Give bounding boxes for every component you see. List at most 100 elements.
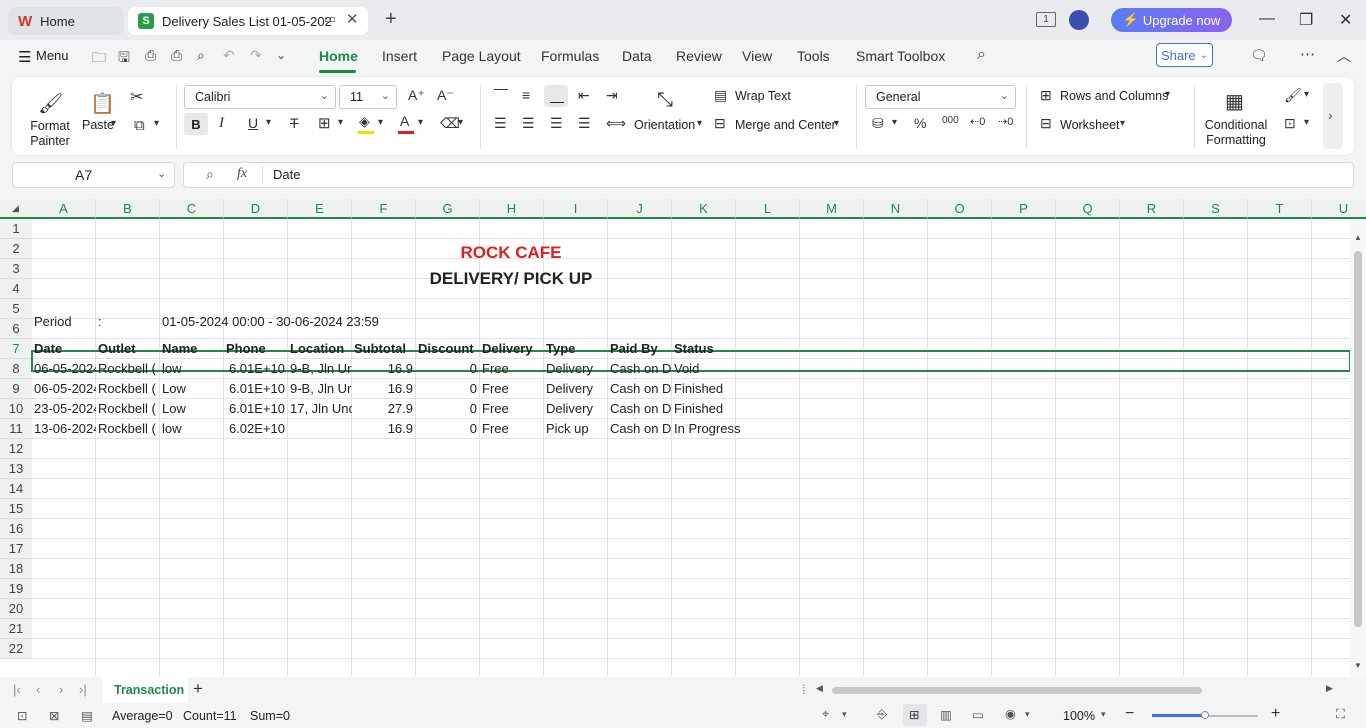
tab-home[interactable]: W Home bbox=[8, 7, 124, 35]
close-tab-icon[interactable]: ✕ bbox=[346, 10, 359, 28]
table-cell[interactable]: 16.9 bbox=[352, 419, 416, 439]
rows-columns-button[interactable]: Rows and Columns bbox=[1060, 89, 1168, 103]
copy-dropdown-icon[interactable]: ▾ bbox=[154, 118, 159, 129]
header-cell-status[interactable]: Status bbox=[672, 339, 736, 359]
horizontal-scroll-thumb[interactable] bbox=[832, 687, 1202, 694]
table-cell[interactable]: 0 bbox=[416, 359, 480, 379]
align-right-icon[interactable]: ☰ bbox=[550, 115, 563, 132]
column-header-m[interactable]: M bbox=[800, 199, 864, 219]
row-header-20[interactable]: 20 bbox=[0, 599, 32, 619]
split-handle-icon[interactable]: ⁞ bbox=[802, 682, 806, 697]
reading-mode-icon[interactable]: ⎆ bbox=[877, 707, 887, 722]
orientation-dropdown-icon[interactable]: ▾ bbox=[697, 118, 702, 129]
period-colon[interactable]: : bbox=[96, 312, 160, 332]
table-cell[interactable]: 6.01E+10 bbox=[224, 359, 288, 379]
justify-icon[interactable]: ☰ bbox=[578, 115, 591, 132]
column-header-h[interactable]: H bbox=[480, 199, 544, 219]
row-header-22[interactable]: 22 bbox=[0, 639, 32, 659]
screen-icon[interactable]: ▭ bbox=[324, 11, 336, 27]
wrap-text-button[interactable]: Wrap Text bbox=[735, 89, 791, 103]
minimize-icon[interactable]: — bbox=[1259, 10, 1275, 28]
page-layout-view-icon[interactable]: ▭ bbox=[972, 707, 984, 722]
align-middle-icon[interactable]: ≡ bbox=[522, 87, 530, 103]
tab-home[interactable]: Home bbox=[319, 48, 358, 64]
borders-dropdown-icon[interactable]: ▾ bbox=[338, 117, 343, 128]
export-icon[interactable]: ⎙ bbox=[145, 47, 156, 64]
format-painter-button[interactable]: Format Painter bbox=[30, 119, 70, 149]
table-cell[interactable]: Delivery bbox=[544, 399, 608, 419]
header-cell-name[interactable]: Name bbox=[160, 339, 224, 359]
formula-input[interactable]: ⌕ fx Date bbox=[183, 162, 1354, 188]
save-icon[interactable]: 🖫 bbox=[118, 47, 130, 71]
table-cell[interactable]: Cash on D bbox=[608, 379, 672, 399]
table-cell[interactable]: Rockbell ( bbox=[96, 359, 160, 379]
increase-indent-icon[interactable]: ⇥ bbox=[606, 87, 618, 104]
comment-icon[interactable]: 🗨 bbox=[1250, 47, 1268, 64]
bold-button[interactable]: B bbox=[184, 113, 208, 135]
table-cell[interactable]: Free bbox=[480, 359, 544, 379]
sheet-title[interactable]: ROCK CAFE bbox=[415, 242, 607, 264]
table-cell[interactable]: low bbox=[160, 419, 224, 439]
font-size-select[interactable]: 11 ⌄ bbox=[339, 85, 397, 109]
scroll-left-icon[interactable]: ◀ bbox=[816, 683, 823, 694]
tab-page-layout[interactable]: Page Layout bbox=[442, 48, 521, 64]
strikethrough-button[interactable]: T bbox=[290, 115, 299, 131]
close-window-icon[interactable]: ✕ bbox=[1339, 10, 1352, 30]
currency-icon[interactable]: ⛁ bbox=[872, 115, 884, 132]
tab-document[interactable]: S Delivery Sales List 01-05-2024 0 ▭ ✕ bbox=[128, 7, 368, 35]
header-cell-outlet[interactable]: Outlet bbox=[96, 339, 160, 359]
print-icon[interactable]: ⎙ bbox=[171, 47, 182, 64]
column-header-d[interactable]: D bbox=[224, 199, 288, 219]
column-header-r[interactable]: R bbox=[1120, 199, 1184, 219]
column-header-j[interactable]: J bbox=[608, 199, 672, 219]
column-header-q[interactable]: Q bbox=[1056, 199, 1120, 219]
worksheet-dropdown-icon[interactable]: ▾ bbox=[1120, 118, 1125, 129]
column-header-f[interactable]: F bbox=[352, 199, 416, 219]
fill-color-dropdown-icon[interactable]: ▾ bbox=[378, 117, 383, 128]
column-header-t[interactable]: T bbox=[1248, 199, 1312, 219]
font-name-select[interactable]: Calibri ⌄ bbox=[184, 85, 336, 109]
zoom-level[interactable]: 100% bbox=[1063, 709, 1095, 723]
normal-view-button[interactable]: ⊞ bbox=[903, 704, 927, 726]
table-cell[interactable]: Low bbox=[160, 379, 224, 399]
header-cell-subtotal[interactable]: Subtotal bbox=[352, 339, 416, 359]
sheet-subtitle[interactable]: DELIVERY/ PICK UP bbox=[400, 268, 622, 290]
chevron-down-icon[interactable]: ▾ bbox=[1025, 709, 1030, 720]
fx-icon[interactable]: fx bbox=[237, 166, 247, 182]
copy-icon[interactable]: ⧉ bbox=[134, 117, 145, 134]
upgrade-button[interactable]: ⚡ Upgrade now bbox=[1111, 8, 1232, 32]
scroll-up-icon[interactable]: ▲ bbox=[1354, 233, 1362, 242]
increase-decimal-icon[interactable]: ⇠0 bbox=[970, 115, 985, 128]
table-cell[interactable]: 13-06-2024 bbox=[32, 419, 96, 439]
column-header-o[interactable]: O bbox=[928, 199, 992, 219]
font-color-dropdown-icon[interactable]: ▾ bbox=[418, 117, 423, 128]
table-cell[interactable]: 23-05-2024 bbox=[32, 399, 96, 419]
align-bottom-button[interactable]: ⎽ bbox=[544, 85, 568, 107]
table-cell[interactable]: Free bbox=[480, 399, 544, 419]
distributed-icon[interactable]: ⟺ bbox=[606, 115, 626, 132]
paste-dropdown-icon[interactable]: ▾ bbox=[111, 118, 116, 129]
next-sheet-icon[interactable]: › bbox=[59, 682, 63, 697]
currency-dropdown-icon[interactable]: ▾ bbox=[892, 117, 897, 128]
hamburger-icon[interactable]: ☰ bbox=[18, 48, 31, 66]
table-cell[interactable]: Cash on D bbox=[608, 399, 672, 419]
scroll-right-icon[interactable]: ▶ bbox=[1326, 683, 1333, 694]
header-cell-paid-by[interactable]: Paid By bbox=[608, 339, 672, 359]
table-cell[interactable]: Delivery bbox=[544, 359, 608, 379]
new-tab-icon[interactable]: + bbox=[385, 8, 397, 31]
header-cell-type[interactable]: Type bbox=[544, 339, 608, 359]
table-cell[interactable]: Finished bbox=[672, 379, 772, 399]
open-folder-icon[interactable]: 🗀 bbox=[92, 47, 106, 71]
align-top-icon[interactable]: ⎺ bbox=[494, 87, 508, 104]
collapse-ribbon-icon[interactable]: ︿ bbox=[1337, 46, 1351, 66]
table-cell[interactable]: 0 bbox=[416, 399, 480, 419]
fullscreen-icon[interactable]: ⛶ bbox=[1336, 707, 1345, 722]
restore-icon[interactable]: ❐ bbox=[1299, 10, 1313, 30]
row-header-5[interactable]: 5 bbox=[0, 299, 32, 319]
row-header-2[interactable]: 2 bbox=[0, 239, 32, 259]
ribbon-scroll-button[interactable]: › bbox=[1323, 83, 1343, 149]
row-header-12[interactable]: 12 bbox=[0, 439, 32, 459]
table-cell[interactable]: In Progress bbox=[672, 419, 772, 439]
table-cell[interactable]: 27.9 bbox=[352, 399, 416, 419]
zoom-formula-icon[interactable]: ⌕ bbox=[206, 166, 214, 183]
